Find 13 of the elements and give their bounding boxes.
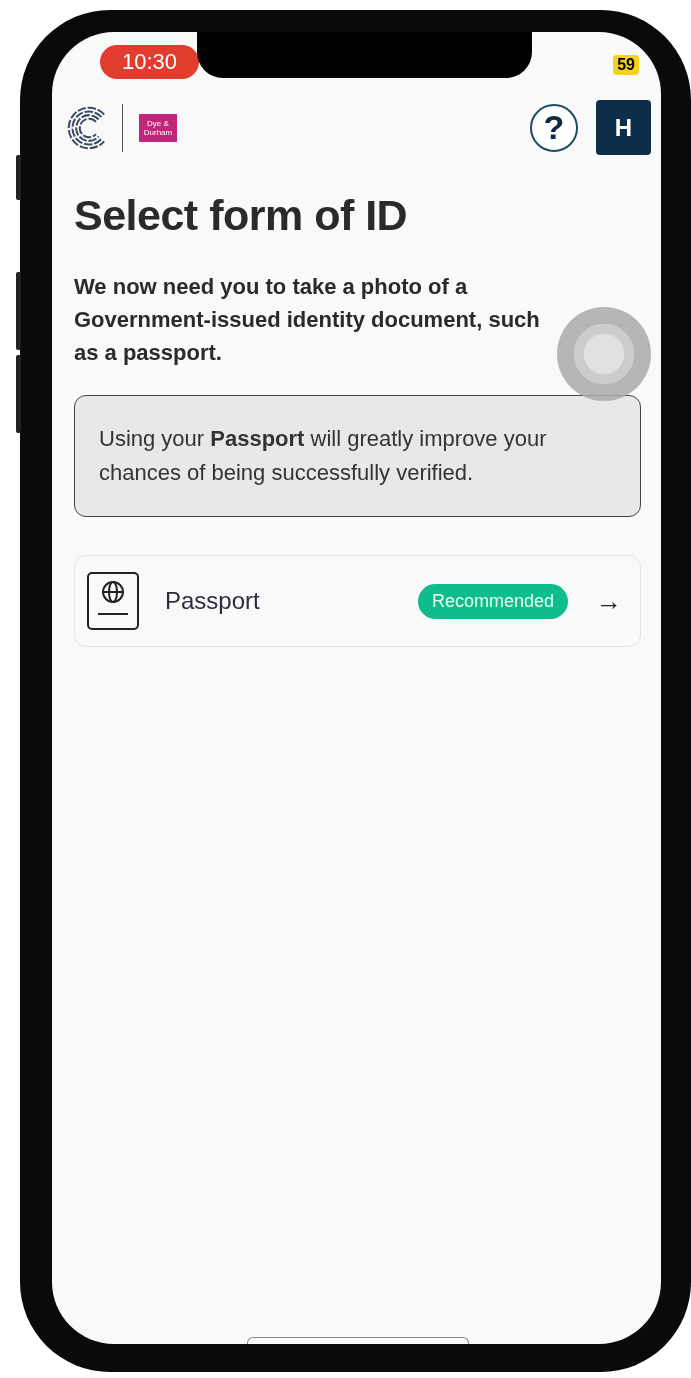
- time-pill: 10:30: [100, 45, 200, 79]
- avatar-button[interactable]: H: [596, 100, 651, 155]
- help-button[interactable]: ?: [530, 103, 578, 152]
- recommended-badge: Recommended: [417, 583, 568, 619]
- passport-option[interactable]: Passport Recommended →: [74, 555, 641, 647]
- arrow-icon: →: [596, 585, 622, 617]
- notice-text: Using your Passport will greatly improve your chances of being successfully verified.: [99, 425, 548, 487]
- passport-icon: [87, 572, 139, 630]
- battery-level: 59: [613, 55, 639, 75]
- page-title: Select form of ID: [74, 191, 409, 240]
- option-label: Passport: [165, 587, 261, 615]
- intro-text: We now need you to take a photo of a Government-issued identity document, such as a passport.: [74, 273, 541, 367]
- partner-logo: Dye & Durham: [139, 113, 177, 142]
